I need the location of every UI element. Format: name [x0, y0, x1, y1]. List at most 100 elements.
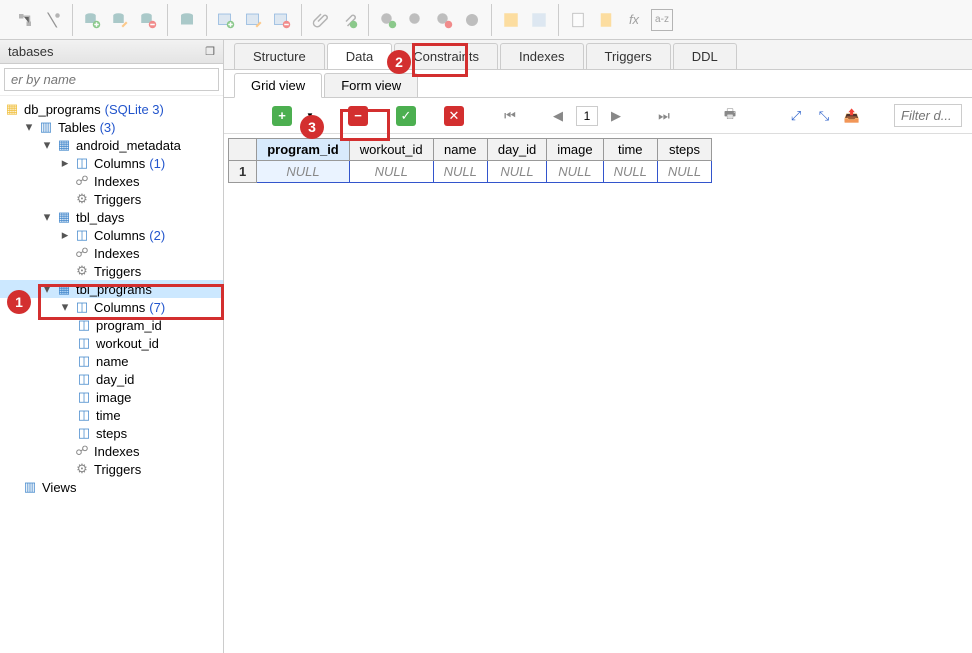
chevron-down-icon[interactable]: ▾: [40, 282, 54, 296]
cell[interactable]: NULL: [349, 161, 433, 183]
chevron-right-icon[interactable]: ▸: [58, 156, 72, 170]
column-node[interactable]: ◫time: [0, 406, 223, 424]
column-header[interactable]: day_id: [487, 139, 546, 161]
database-icon: ▦: [4, 101, 20, 117]
cell[interactable]: NULL: [257, 161, 350, 183]
disconnect-icon[interactable]: [42, 9, 64, 31]
table-edit-icon[interactable]: [243, 9, 265, 31]
attach-add-icon[interactable]: [338, 9, 360, 31]
columns-icon: ◫: [74, 155, 90, 171]
column-node[interactable]: ◫image: [0, 388, 223, 406]
gear-edit-icon[interactable]: [405, 9, 427, 31]
column-icon: ◫: [76, 371, 92, 387]
sql-editor-icon[interactable]: [500, 9, 522, 31]
indexes-node[interactable]: ☍ Indexes: [0, 172, 223, 190]
column-node[interactable]: ◫workout_id: [0, 334, 223, 352]
connect-icon[interactable]: [14, 9, 36, 31]
cell[interactable]: NULL: [487, 161, 546, 183]
table-node-tbl-programs[interactable]: ▾ ▦ tbl_programs: [0, 280, 223, 298]
prev-page-icon[interactable]: ◀: [548, 106, 568, 126]
gear-icon[interactable]: [461, 9, 483, 31]
gear-add-icon[interactable]: [377, 9, 399, 31]
subtab-grid-view[interactable]: Grid view: [234, 73, 322, 98]
data-grid[interactable]: program_id workout_id name day_id image …: [228, 138, 712, 183]
chevron-right-icon[interactable]: ▸: [58, 228, 72, 242]
main-tabs: Structure Data Constraints Indexes Trigg…: [224, 40, 972, 70]
db-delete-icon[interactable]: [137, 9, 159, 31]
sql-run-icon[interactable]: [528, 9, 550, 31]
table-add-icon[interactable]: [215, 9, 237, 31]
column-header[interactable]: time: [603, 139, 657, 161]
tab-data[interactable]: Data: [327, 43, 392, 69]
cell[interactable]: NULL: [603, 161, 657, 183]
db-edit-icon[interactable]: [109, 9, 131, 31]
triggers-node[interactable]: ⚙ Triggers: [0, 190, 223, 208]
row-number: 1: [229, 161, 257, 183]
print-icon[interactable]: 🖶: [720, 106, 740, 126]
doc-icon[interactable]: [567, 9, 589, 31]
column-node[interactable]: ◫name: [0, 352, 223, 370]
cell[interactable]: NULL: [547, 161, 603, 183]
cell[interactable]: NULL: [657, 161, 711, 183]
columns-node[interactable]: ▸ ◫ Columns (1): [0, 154, 223, 172]
delete-row-button[interactable]: −: [348, 106, 368, 126]
column-icon: ◫: [76, 425, 92, 441]
column-node[interactable]: ◫day_id: [0, 370, 223, 388]
subtab-form-view[interactable]: Form view: [324, 73, 418, 97]
last-page-icon[interactable]: ⏭: [654, 106, 674, 126]
column-header[interactable]: name: [433, 139, 487, 161]
fx-icon[interactable]: fx: [623, 9, 645, 31]
index-icon: ☍: [74, 245, 90, 261]
fit-icon[interactable]: ⤢: [786, 106, 806, 126]
column-node[interactable]: ◫steps: [0, 424, 223, 442]
az-icon[interactable]: a-z: [651, 9, 673, 31]
indexes-node[interactable]: ☍ Indexes: [0, 244, 223, 262]
sidebar-dock-icon[interactable]: ❐: [205, 45, 215, 58]
attach-icon[interactable]: [310, 9, 332, 31]
commit-button[interactable]: ✓: [396, 106, 416, 126]
filter-data-input[interactable]: [894, 104, 962, 127]
tables-node[interactable]: ▾ ▥ Tables (3): [0, 118, 223, 136]
db-refresh-icon[interactable]: [176, 9, 198, 31]
table-delete-icon[interactable]: [271, 9, 293, 31]
columns-node[interactable]: ▸ ◫ Columns (2): [0, 226, 223, 244]
columns-node[interactable]: ▾ ◫ Columns (7): [0, 298, 223, 316]
spacer-icon: [58, 246, 72, 260]
expand-icon[interactable]: ⤡: [814, 106, 834, 126]
column-node[interactable]: ◫program_id: [0, 316, 223, 334]
chevron-down-icon[interactable]: ▾: [40, 138, 54, 152]
indexes-node[interactable]: ☍ Indexes: [0, 442, 223, 460]
chevron-down-icon[interactable]: ▾: [22, 120, 36, 134]
column-header[interactable]: image: [547, 139, 603, 161]
tab-ddl[interactable]: DDL: [673, 43, 737, 69]
rollback-button[interactable]: ✕: [444, 106, 464, 126]
filter-input[interactable]: [4, 68, 219, 91]
views-node[interactable]: ▥ Views: [0, 478, 223, 496]
chevron-down-icon[interactable]: ▾: [40, 210, 54, 224]
cell[interactable]: NULL: [433, 161, 487, 183]
first-page-icon[interactable]: ⏮: [500, 106, 520, 126]
db-node[interactable]: ▦ db_programs (SQLite 3): [0, 100, 223, 118]
next-page-icon[interactable]: ▶: [606, 106, 626, 126]
tab-indexes[interactable]: Indexes: [500, 43, 584, 69]
column-header[interactable]: workout_id: [349, 139, 433, 161]
triggers-node[interactable]: ⚙ Triggers: [0, 262, 223, 280]
chevron-down-icon[interactable]: ▾: [58, 300, 72, 314]
table-node-android-metadata[interactable]: ▾ ▦ android_metadata: [0, 136, 223, 154]
table-row[interactable]: 1 NULL NULL NULL NULL NULL NULL NULL: [229, 161, 712, 183]
column-header[interactable]: steps: [657, 139, 711, 161]
add-row-button[interactable]: +: [272, 106, 292, 126]
triggers-node[interactable]: ⚙ Triggers: [0, 460, 223, 478]
gear-delete-icon[interactable]: [433, 9, 455, 31]
corner-cell: [229, 139, 257, 161]
tab-triggers[interactable]: Triggers: [586, 43, 671, 69]
export-icon[interactable]: [595, 9, 617, 31]
page-input[interactable]: [576, 106, 598, 126]
sidebar-header: tabases ❐: [0, 40, 223, 64]
column-header[interactable]: program_id: [257, 139, 350, 161]
callout-1: 1: [7, 290, 31, 314]
db-add-icon[interactable]: [81, 9, 103, 31]
tab-structure[interactable]: Structure: [234, 43, 325, 69]
table-node-tbl-days[interactable]: ▾ ▦ tbl_days: [0, 208, 223, 226]
export-data-icon[interactable]: 📤: [842, 106, 862, 126]
